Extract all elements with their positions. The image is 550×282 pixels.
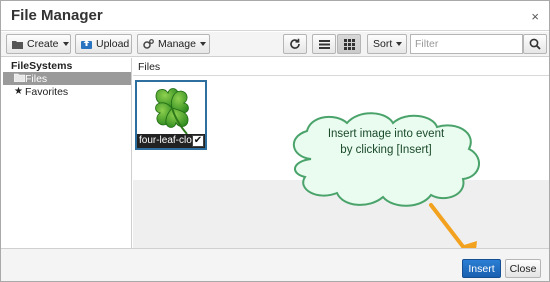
manage-button[interactable]: Manage bbox=[137, 34, 210, 54]
folder-icon bbox=[12, 40, 23, 49]
clover-image bbox=[147, 84, 197, 136]
breadcrumb: Files bbox=[133, 58, 549, 76]
filter-input[interactable] bbox=[410, 34, 523, 54]
toolbar: Create Upload Manage Sort Filter bbox=[1, 32, 549, 57]
file-manager-dialog: File Manager × Create Upload Manage Sort… bbox=[0, 0, 550, 282]
dialog-titlebar: File Manager × bbox=[1, 1, 549, 31]
list-view-icon bbox=[318, 39, 330, 49]
refresh-icon bbox=[289, 38, 301, 50]
chevron-down-icon bbox=[62, 42, 69, 46]
list-view-button[interactable] bbox=[312, 34, 336, 54]
sidebar-item-label: Favorites bbox=[25, 85, 69, 98]
dialog-footer: Insert Close bbox=[1, 248, 549, 281]
close-icon[interactable]: × bbox=[531, 9, 539, 24]
grid-view-icon bbox=[343, 38, 355, 50]
close-button[interactable]: Close bbox=[505, 259, 541, 278]
sort-button[interactable]: Sort bbox=[367, 34, 407, 54]
upload-button[interactable]: Upload bbox=[75, 34, 132, 54]
callout-line-1: Insert image into event bbox=[327, 128, 445, 140]
search-button[interactable] bbox=[523, 34, 547, 54]
chevron-down-icon bbox=[396, 42, 403, 46]
grid-view-button[interactable] bbox=[337, 34, 361, 54]
callout-text: Insert image into event by clicking [Ins… bbox=[301, 126, 471, 158]
create-button[interactable]: Create bbox=[6, 34, 71, 54]
chevron-down-icon bbox=[199, 42, 206, 46]
sidebar-item-label: Files bbox=[25, 72, 48, 85]
star-icon: ★ bbox=[14, 86, 23, 97]
create-label: Create bbox=[27, 38, 59, 50]
sidebar-item-favorites[interactable]: ★ Favorites bbox=[3, 85, 131, 98]
refresh-button[interactable] bbox=[283, 34, 307, 54]
insert-button[interactable]: Insert bbox=[462, 259, 501, 278]
tree-root-label: FileSystems bbox=[11, 60, 73, 72]
folder-icon bbox=[14, 73, 25, 82]
checkbox[interactable]: ✔ bbox=[192, 135, 204, 147]
sidebar-item-files[interactable]: Files bbox=[3, 72, 131, 85]
sort-label: Sort bbox=[373, 38, 393, 50]
manage-label: Manage bbox=[158, 38, 196, 50]
gear-icon bbox=[143, 39, 154, 49]
upload-icon bbox=[81, 39, 92, 49]
file-tile[interactable]: four-leaf-clo ✔ bbox=[135, 80, 207, 150]
dialog-title: File Manager bbox=[11, 7, 103, 24]
search-icon bbox=[529, 38, 541, 50]
callout-line-2: by clicking [Insert] bbox=[340, 144, 432, 156]
filesystem-tree: FileSystems Files ★ Favorites bbox=[1, 58, 132, 248]
upload-label: Upload bbox=[96, 38, 130, 50]
